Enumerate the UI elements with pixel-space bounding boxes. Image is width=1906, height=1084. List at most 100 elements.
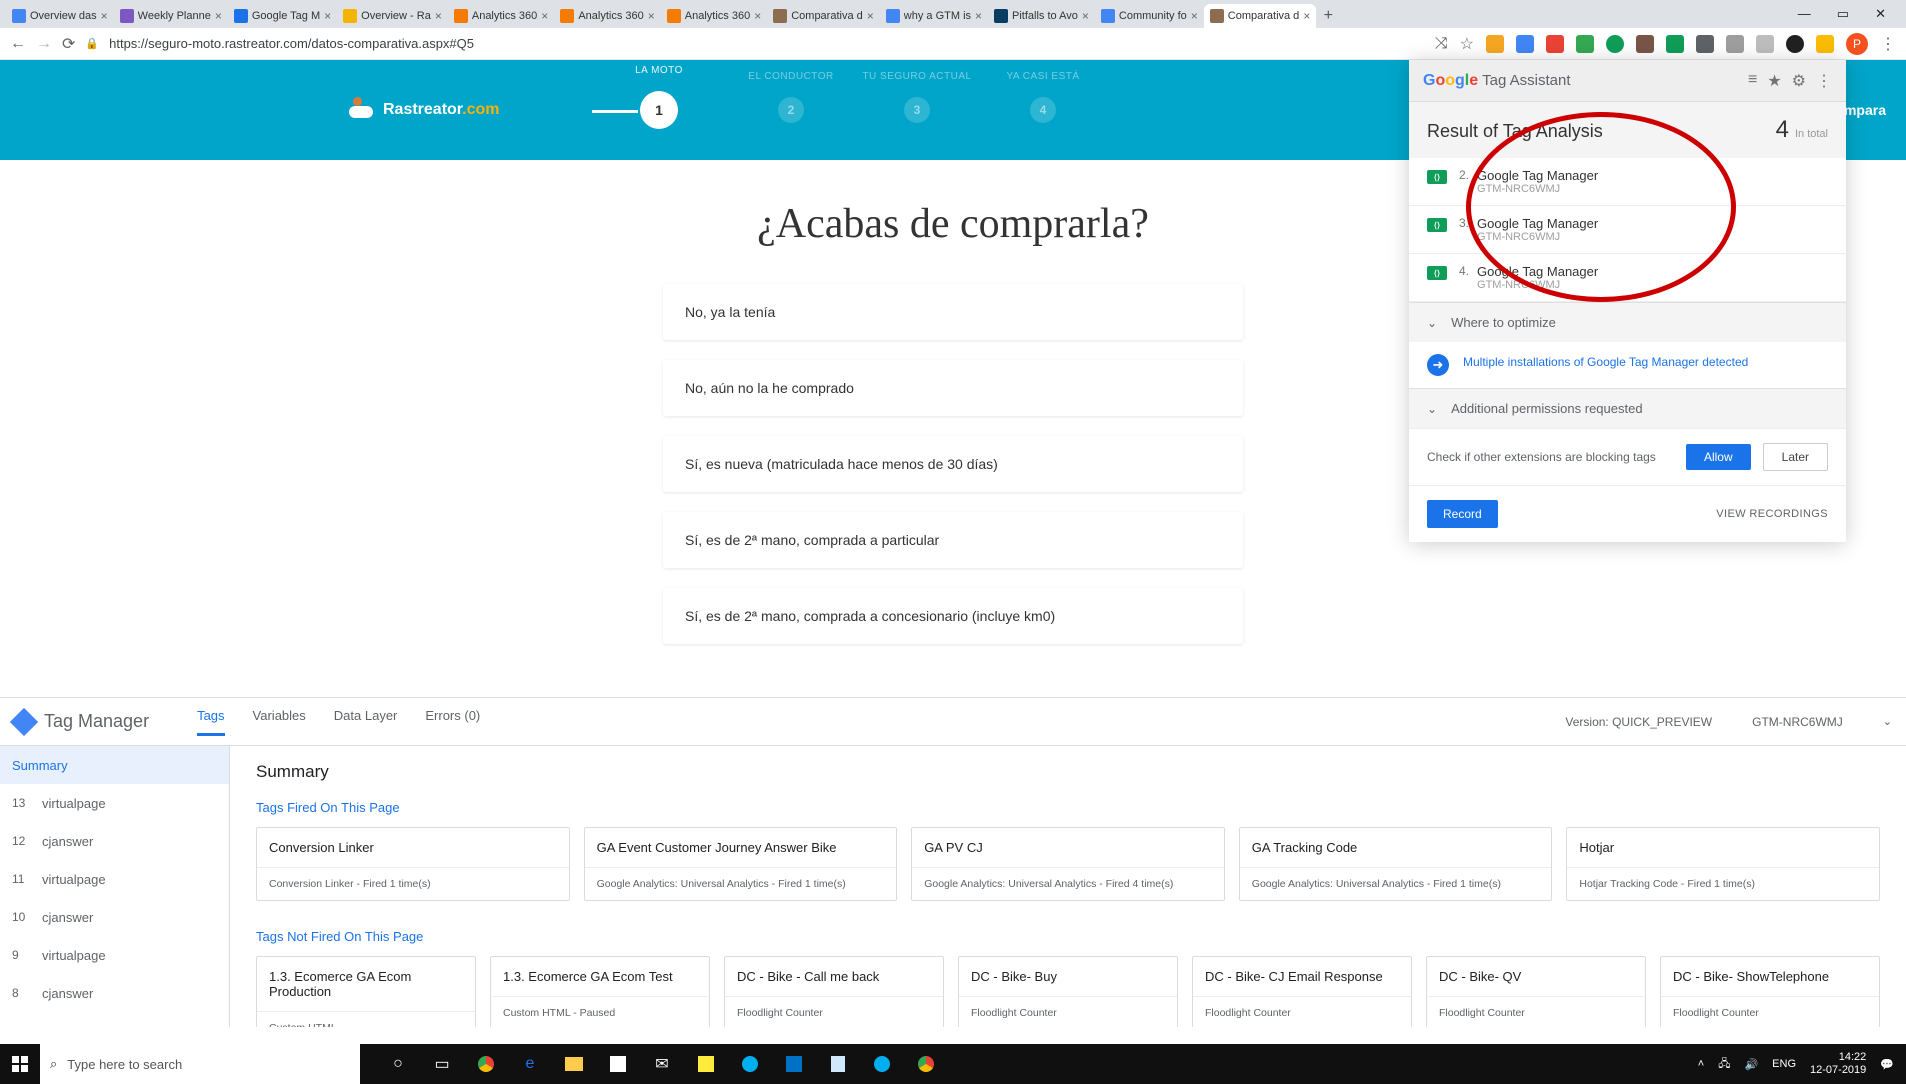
browser-tab[interactable]: Pitfalls to Avo × [988, 4, 1095, 28]
ext-icon-5[interactable] [1606, 35, 1624, 53]
ext-icon-12[interactable] [1816, 35, 1834, 53]
tab-close-icon[interactable]: × [1082, 9, 1089, 23]
browser-tab[interactable]: Overview - Ra × [337, 4, 448, 28]
tag-card[interactable]: Hotjar Hotjar Tracking Code - Fired 1 ti… [1566, 827, 1880, 901]
profile-avatar[interactable]: P [1846, 33, 1868, 55]
gtm-event-row[interactable]: 12cjanswer [0, 822, 229, 860]
back-button[interactable]: ← [10, 35, 26, 53]
window-close[interactable]: ✕ [1875, 6, 1886, 22]
gear-icon[interactable]: ⚙ [1792, 71, 1806, 91]
ext-icon-8[interactable] [1696, 35, 1714, 53]
cortana-icon[interactable]: ○ [380, 1046, 416, 1082]
tab-close-icon[interactable]: × [541, 9, 548, 23]
where-to-optimize-accordion[interactable]: ⌄ Where to optimize [1409, 302, 1846, 342]
answer-option[interactable]: Sí, es de 2ª mano, comprada a concesiona… [663, 588, 1243, 644]
address-bar[interactable]: https://seguro-moto.rastreator.com/datos… [109, 36, 1425, 51]
tag-card[interactable]: 1.3. Ecomerce GA Ecom Production Custom … [256, 956, 476, 1027]
answer-option[interactable]: Sí, es de 2ª mano, comprada a particular [663, 512, 1243, 568]
mail-icon[interactable]: ✉ [644, 1046, 680, 1082]
store-icon[interactable] [600, 1046, 636, 1082]
forward-button[interactable]: → [36, 35, 52, 53]
ext-icon-3[interactable] [1546, 35, 1564, 53]
browser-tab[interactable]: Comparativa d × [1204, 4, 1317, 28]
tab-close-icon[interactable]: × [754, 9, 761, 23]
taskbar-search[interactable]: ⌕ Type here to search [40, 1044, 360, 1084]
browser-tab[interactable]: why a GTM is × [880, 4, 988, 28]
ext-icon-6[interactable] [1636, 35, 1654, 53]
rastreator-logo[interactable]: Rastreator.com [349, 100, 500, 120]
gtm-tab[interactable]: Variables [253, 708, 306, 736]
gtm-event-row[interactable]: 11virtualpage [0, 860, 229, 898]
tag-result-row[interactable]: ⟨⟩ 3. Google Tag Manager GTM-NRC6WMJ [1409, 206, 1846, 254]
tag-card[interactable]: DC - Bike- QV Floodlight Counter [1426, 956, 1646, 1027]
allow-button[interactable]: Allow [1686, 444, 1751, 470]
browser-tab[interactable]: Weekly Planne × [114, 4, 228, 28]
star-icon[interactable]: ★ [1767, 71, 1781, 91]
gtm-event-row[interactable]: 8cjanswer [0, 974, 229, 1012]
tag-result-row[interactable]: ⟨⟩ 4. Google Tag Manager GTM-NRC6WMJ [1409, 254, 1846, 302]
answer-option[interactable]: No, aún no la he comprado [663, 360, 1243, 416]
chrome-icon[interactable] [468, 1046, 504, 1082]
more-icon[interactable]: ⋮ [1816, 71, 1832, 91]
wizard-step[interactable]: EL CONDUCTOR 2 [778, 97, 804, 123]
tray-lang-label[interactable]: ENG [1772, 1058, 1796, 1070]
new-tab-button[interactable]: + [1316, 4, 1340, 28]
edge-icon[interactable]: e [512, 1046, 548, 1082]
skype-icon[interactable] [732, 1046, 768, 1082]
tag-card[interactable]: 1.3. Ecomerce GA Ecom Test Custom HTML -… [490, 956, 710, 1027]
browser-tab[interactable]: Analytics 360 × [448, 4, 554, 28]
wizard-step[interactable]: LA MOTO 1 [640, 91, 678, 129]
ext-icon-1[interactable] [1486, 35, 1504, 53]
optimize-issue[interactable]: ➜ Multiple installations of Google Tag M… [1409, 342, 1846, 388]
tag-card[interactable]: GA Event Customer Journey Answer Bike Go… [584, 827, 898, 901]
gtm-tab[interactable]: Tags [197, 708, 224, 736]
ext-icon-4[interactable] [1576, 35, 1594, 53]
window-minimize[interactable]: — [1798, 6, 1811, 22]
gtm-event-row[interactable]: 9virtualpage [0, 936, 229, 974]
browser-tab[interactable]: Overview das × [6, 4, 114, 28]
tab-close-icon[interactable]: × [324, 9, 331, 23]
tray-volume-icon[interactable]: 🔊 [1744, 1058, 1758, 1071]
browser-tab[interactable]: Analytics 360 × [554, 4, 660, 28]
chrome2-icon[interactable] [908, 1046, 944, 1082]
wizard-step[interactable]: TU SEGURO ACTUAL 3 [904, 97, 930, 123]
gtm-event-row[interactable]: 10cjanswer [0, 898, 229, 936]
tab-close-icon[interactable]: × [101, 9, 108, 23]
chevron-down-icon[interactable]: ⌄ [1883, 715, 1892, 728]
gtm-event-row[interactable]: 13virtualpage [0, 784, 229, 822]
filter-icon[interactable]: ≡ [1748, 71, 1757, 91]
additional-permissions-accordion[interactable]: ⌄ Additional permissions requested [1409, 388, 1846, 428]
tag-card[interactable]: DC - Bike- CJ Email Response Floodlight … [1192, 956, 1412, 1027]
tag-card[interactable]: DC - Bike - Call me back Floodlight Coun… [724, 956, 944, 1027]
tag-card[interactable]: DC - Bike- ShowTelephone Floodlight Coun… [1660, 956, 1880, 1027]
ext-icon-10[interactable] [1756, 35, 1774, 53]
tab-close-icon[interactable]: × [1303, 9, 1310, 23]
tag-card[interactable]: DC - Bike- Buy Floodlight Counter [958, 956, 1178, 1027]
skype2-icon[interactable] [864, 1046, 900, 1082]
wizard-step[interactable]: YA CASI ESTÁ 4 [1030, 97, 1056, 123]
ext-icon-7[interactable] [1666, 35, 1684, 53]
answer-option[interactable]: No, ya la tenía [663, 284, 1243, 340]
later-button[interactable]: Later [1763, 443, 1828, 471]
browser-tab[interactable]: Comparativa d × [767, 4, 880, 28]
browser-tab[interactable]: Community fo × [1095, 4, 1204, 28]
tab-close-icon[interactable]: × [215, 9, 222, 23]
gtm-tab[interactable]: Data Layer [334, 708, 398, 736]
view-recordings-link[interactable]: VIEW RECORDINGS [1716, 508, 1828, 520]
tab-close-icon[interactable]: × [975, 9, 982, 23]
tab-close-icon[interactable]: × [648, 9, 655, 23]
ext-icon-11[interactable] [1786, 35, 1804, 53]
ext-icon-9[interactable] [1726, 35, 1744, 53]
browser-tab[interactable]: Google Tag M × [228, 4, 337, 28]
tab-close-icon[interactable]: × [1191, 9, 1198, 23]
gtm-tab[interactable]: Errors (0) [425, 708, 480, 736]
browser-tab[interactable]: Analytics 360 × [661, 4, 767, 28]
tag-card[interactable]: GA PV CJ Google Analytics: Universal Ana… [911, 827, 1225, 901]
outlook-icon[interactable] [776, 1046, 812, 1082]
tag-result-row[interactable]: ⟨⟩ 2. Google Tag Manager GTM-NRC6WMJ [1409, 158, 1846, 206]
tag-card[interactable]: Conversion Linker Conversion Linker - Fi… [256, 827, 570, 901]
tray-chevron-icon[interactable]: ˄ [1698, 1058, 1704, 1070]
explorer-icon[interactable] [556, 1046, 592, 1082]
tab-close-icon[interactable]: × [867, 9, 874, 23]
window-maximize[interactable]: ▭ [1837, 6, 1849, 22]
